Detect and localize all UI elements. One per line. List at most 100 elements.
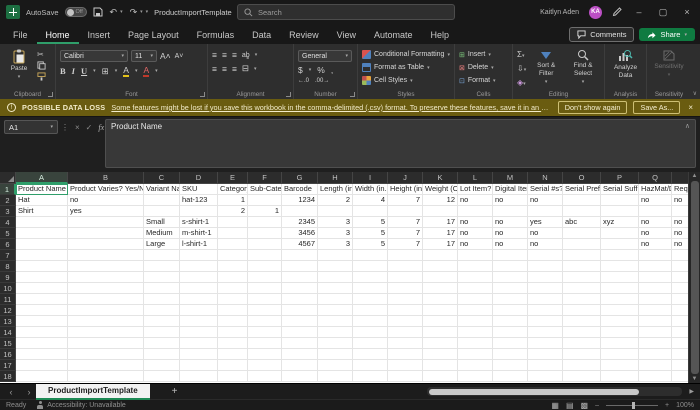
cell-O5[interactable] — [563, 228, 601, 239]
cell-K11[interactable] — [423, 294, 458, 305]
cell-N9[interactable] — [528, 272, 563, 283]
copy-icon[interactable] — [37, 61, 46, 70]
cell-A15[interactable] — [16, 338, 68, 349]
font-color-icon[interactable]: A — [143, 65, 150, 77]
font-color-dropdown-icon[interactable]: ▾ — [155, 68, 158, 74]
scroll-right-icon[interactable]: ▶ — [689, 388, 694, 395]
cell-B7[interactable] — [68, 250, 144, 261]
cell-G4[interactable]: 2345 — [282, 217, 318, 228]
cell-C1[interactable]: Variant Na — [144, 184, 180, 195]
clipboard-dialog-launcher-icon[interactable] — [48, 92, 53, 97]
cell-N16[interactable] — [528, 349, 563, 360]
cell-B6[interactable] — [68, 239, 144, 250]
cell-A3[interactable]: Shirt — [16, 206, 68, 217]
font-name-select[interactable]: Calibri ▾ — [60, 50, 128, 62]
scroll-up-icon[interactable]: ▲ — [692, 173, 698, 179]
paste-dropdown-icon[interactable]: ▾ — [18, 74, 21, 80]
cell-J10[interactable] — [388, 283, 423, 294]
cell-Q13[interactable] — [639, 316, 672, 327]
cell-D5[interactable]: m-shirt-1 — [180, 228, 218, 239]
zoom-slider[interactable] — [606, 401, 658, 409]
cell-K7[interactable] — [423, 250, 458, 261]
row-header-17[interactable]: 17 — [0, 360, 16, 371]
cell-E7[interactable] — [218, 250, 248, 261]
cell-D17[interactable] — [180, 360, 218, 371]
cell-M18[interactable] — [493, 371, 528, 382]
cell-M7[interactable] — [493, 250, 528, 261]
ribbon-tab-help[interactable]: Help — [422, 27, 459, 44]
cell-O18[interactable] — [563, 371, 601, 382]
cell-L18[interactable] — [458, 371, 493, 382]
cell-E18[interactable] — [218, 371, 248, 382]
cell-G5[interactable]: 3456 — [282, 228, 318, 239]
cell-Q15[interactable] — [639, 338, 672, 349]
cell-A16[interactable] — [16, 349, 68, 360]
cell-J5[interactable]: 7 — [388, 228, 423, 239]
row-header-11[interactable]: 11 — [0, 294, 16, 305]
row-header-13[interactable]: 13 — [0, 316, 16, 327]
cell-G2[interactable]: 1234 — [282, 195, 318, 206]
qat-customize-icon[interactable]: ▾ — [146, 9, 149, 15]
cut-icon[interactable]: ✂ — [37, 50, 46, 59]
row-header-6[interactable]: 6 — [0, 239, 16, 250]
dont-show-again-button[interactable]: Don't show again — [557, 101, 628, 114]
cell-C4[interactable]: Small — [144, 217, 180, 228]
cell-Q9[interactable] — [639, 272, 672, 283]
cell-L4[interactable]: no — [458, 217, 493, 228]
cell-P15[interactable] — [601, 338, 639, 349]
row-header-3[interactable]: 3 — [0, 206, 16, 217]
cell-L15[interactable] — [458, 338, 493, 349]
cell-D14[interactable] — [180, 327, 218, 338]
row-header-15[interactable]: 15 — [0, 338, 16, 349]
cell-K4[interactable]: 17 — [423, 217, 458, 228]
vertical-scrollbar[interactable]: ▲ ▼ — [688, 172, 700, 383]
cell-F17[interactable] — [248, 360, 282, 371]
cell-K9[interactable] — [423, 272, 458, 283]
cell-C16[interactable] — [144, 349, 180, 360]
cell-J8[interactable] — [388, 261, 423, 272]
cell-N15[interactable] — [528, 338, 563, 349]
cell-N14[interactable] — [528, 327, 563, 338]
prev-sheet-icon[interactable]: ‹ — [0, 387, 22, 397]
format-cells-button[interactable]: ⊡ Format ▾ — [459, 74, 508, 87]
borders-dropdown-icon[interactable]: ▾ — [115, 68, 118, 74]
cell-L11[interactable] — [458, 294, 493, 305]
cell-G11[interactable] — [282, 294, 318, 305]
cell-J11[interactable] — [388, 294, 423, 305]
cell-I4[interactable]: 5 — [353, 217, 388, 228]
cell-J2[interactable]: 7 — [388, 195, 423, 206]
cell-A13[interactable] — [16, 316, 68, 327]
cell-I11[interactable] — [353, 294, 388, 305]
cell-M11[interactable] — [493, 294, 528, 305]
cell-F8[interactable] — [248, 261, 282, 272]
cell-A5[interactable] — [16, 228, 68, 239]
bold-button[interactable]: B — [60, 66, 66, 76]
row-header-12[interactable]: 12 — [0, 305, 16, 316]
cell-O10[interactable] — [563, 283, 601, 294]
ribbon-tab-view[interactable]: View — [328, 27, 365, 44]
cell-D18[interactable] — [180, 371, 218, 382]
cell-A6[interactable] — [16, 239, 68, 250]
underline-button[interactable]: U — [81, 66, 87, 76]
cell-D2[interactable]: hat-123 — [180, 195, 218, 206]
cell-E6[interactable] — [218, 239, 248, 250]
cell-C2[interactable] — [144, 195, 180, 206]
cell-O11[interactable] — [563, 294, 601, 305]
cell-G16[interactable] — [282, 349, 318, 360]
cell-D8[interactable] — [180, 261, 218, 272]
cell-B18[interactable] — [68, 371, 144, 382]
cell-K16[interactable] — [423, 349, 458, 360]
cell-G13[interactable] — [282, 316, 318, 327]
cell-F1[interactable]: Sub-Categ — [248, 184, 282, 195]
save-as-button[interactable]: Save As... — [633, 101, 681, 114]
ribbon-tab-data[interactable]: Data — [243, 27, 280, 44]
cell-E4[interactable] — [218, 217, 248, 228]
column-header-F[interactable]: F — [248, 172, 282, 184]
cell-I5[interactable]: 5 — [353, 228, 388, 239]
zoom-out-icon[interactable]: – — [595, 402, 599, 409]
cell-H17[interactable] — [318, 360, 353, 371]
cell-F12[interactable] — [248, 305, 282, 316]
cell-P13[interactable] — [601, 316, 639, 327]
cell-I3[interactable] — [353, 206, 388, 217]
cell-H11[interactable] — [318, 294, 353, 305]
